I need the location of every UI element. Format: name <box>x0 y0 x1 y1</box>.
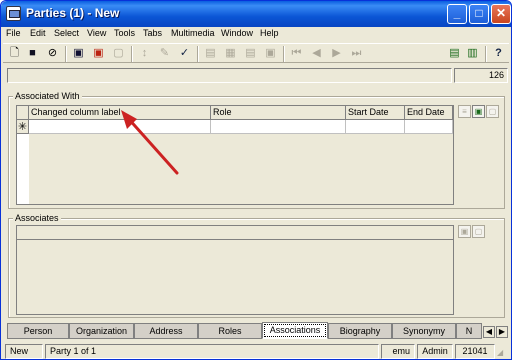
column-header-end-date[interactable]: End Date <box>405 106 453 120</box>
first-icon[interactable]: ⏮ <box>289 46 304 61</box>
application-window: Parties (1) - New _ □ ✕ File Edit Select… <box>0 0 512 360</box>
help-icon[interactable]: ? <box>491 46 506 61</box>
new-row-marker: ✳ <box>17 120 29 134</box>
menu-help[interactable]: Help <box>260 28 279 38</box>
toolbar-separator <box>197 46 199 62</box>
menu-view[interactable]: View <box>87 28 106 38</box>
menu-tabs[interactable]: Tabs <box>143 28 162 38</box>
tab-scroll-right-icon[interactable]: ▶ <box>496 326 508 338</box>
maximize-button[interactable]: □ <box>469 4 489 24</box>
toolbar: 🗋 ■ ⊘ ▣ ▣ ▢ ↕ ✎ ✓ ▤ ▦ ▤ ▣ ⏮ ◀ ▶ ⏭ ▤ ▥ ? <box>3 43 509 63</box>
row-header-corner <box>17 106 29 120</box>
annotation-arrow <box>121 110 179 175</box>
window-title: Parties (1) - New <box>26 6 120 20</box>
associates-header-row <box>17 226 453 240</box>
export-icon[interactable]: ▥ <box>465 46 480 61</box>
new-doc-icon[interactable]: 🗋 <box>7 46 22 61</box>
menu-bar: File Edit Select View Tools Tabs Multime… <box>3 27 509 42</box>
spellcheck-icon[interactable]: ✓ <box>177 46 192 61</box>
column-header-start-date[interactable]: Start Date <box>346 106 405 120</box>
toolbar-separator <box>131 46 133 62</box>
menu-file[interactable]: File <box>6 28 21 38</box>
tab-address[interactable]: Address <box>134 323 198 339</box>
cell-role[interactable] <box>211 120 346 134</box>
tab-person[interactable]: Person <box>7 323 69 339</box>
delete-record-icon[interactable]: ▣ <box>91 46 106 61</box>
status-module: emu <box>381 344 415 359</box>
minimize-button[interactable]: _ <box>447 4 467 24</box>
tab-organization[interactable]: Organization <box>69 323 134 339</box>
toolbar-separator <box>283 46 285 62</box>
edit-icon[interactable]: ✎ <box>157 46 172 61</box>
record-info-box <box>7 68 452 83</box>
close-button[interactable]: ✕ <box>491 4 511 24</box>
status-mode: New <box>5 344 43 359</box>
detach-icon[interactable]: ▢ <box>486 105 499 118</box>
status-user: Admin <box>417 344 453 359</box>
menu-edit[interactable]: Edit <box>30 28 46 38</box>
sort-icon[interactable]: ↕ <box>137 46 152 61</box>
list-icon[interactable]: ≡ <box>458 105 471 118</box>
tab-synonymy[interactable]: Synonymy <box>392 323 456 339</box>
record-count: 126 <box>454 68 508 83</box>
next-icon[interactable]: ▶ <box>329 46 344 61</box>
resize-grip-icon[interactable]: ◢ <box>497 347 509 359</box>
layout2-icon[interactable]: ▦ <box>223 46 238 61</box>
tab-roles[interactable]: Roles <box>198 323 262 339</box>
detach-icon[interactable]: ▢ <box>472 225 485 238</box>
tab-biography[interactable]: Biography <box>328 323 392 339</box>
status-position: Party 1 of 1 <box>45 344 379 359</box>
associates-label: Associates <box>13 213 61 223</box>
prev-icon[interactable]: ◀ <box>309 46 324 61</box>
app-icon[interactable] <box>6 6 21 21</box>
save-icon[interactable]: ■ <box>25 46 40 61</box>
layout4-icon[interactable]: ▣ <box>263 46 278 61</box>
layout3-icon[interactable]: ▤ <box>243 46 258 61</box>
menu-tools[interactable]: Tools <box>114 28 135 38</box>
toolbar-separator <box>65 46 67 62</box>
associates-grid[interactable] <box>16 225 454 315</box>
grid-empty-area <box>29 134 453 204</box>
tab-strip: Person Organization Address Roles Associ… <box>5 322 509 339</box>
column-header-role[interactable]: Role <box>211 106 346 120</box>
toolbar-separator <box>485 46 487 62</box>
new-record-icon[interactable]: ▣ <box>71 46 86 61</box>
attach-icon[interactable]: ▣ <box>458 225 471 238</box>
layout1-icon[interactable]: ▤ <box>203 46 218 61</box>
title-bar[interactable]: Parties (1) - New _ □ ✕ <box>1 1 511 27</box>
menu-multimedia[interactable]: Multimedia <box>171 28 215 38</box>
last-icon[interactable]: ⏭ <box>349 46 364 61</box>
menu-select[interactable]: Select <box>54 28 79 38</box>
tab-next-partial[interactable]: N <box>456 323 482 339</box>
cancel-icon[interactable]: ⊘ <box>45 46 60 61</box>
cell-end-date[interactable] <box>405 120 453 134</box>
report-icon[interactable]: ▤ <box>447 46 462 61</box>
attach-icon[interactable]: ▣ <box>472 105 485 118</box>
associated-with-grid[interactable]: Changed column label Role Start Date End… <box>16 105 454 205</box>
menu-window[interactable]: Window <box>221 28 253 38</box>
cell-start-date[interactable] <box>346 120 405 134</box>
tab-associations[interactable]: Associations <box>262 322 328 339</box>
copy-record-icon[interactable]: ▢ <box>111 46 126 61</box>
associated-with-label: Associated With <box>13 91 82 101</box>
tab-scroll-left-icon[interactable]: ◀ <box>483 326 495 338</box>
status-irn: 21041 <box>455 344 495 359</box>
